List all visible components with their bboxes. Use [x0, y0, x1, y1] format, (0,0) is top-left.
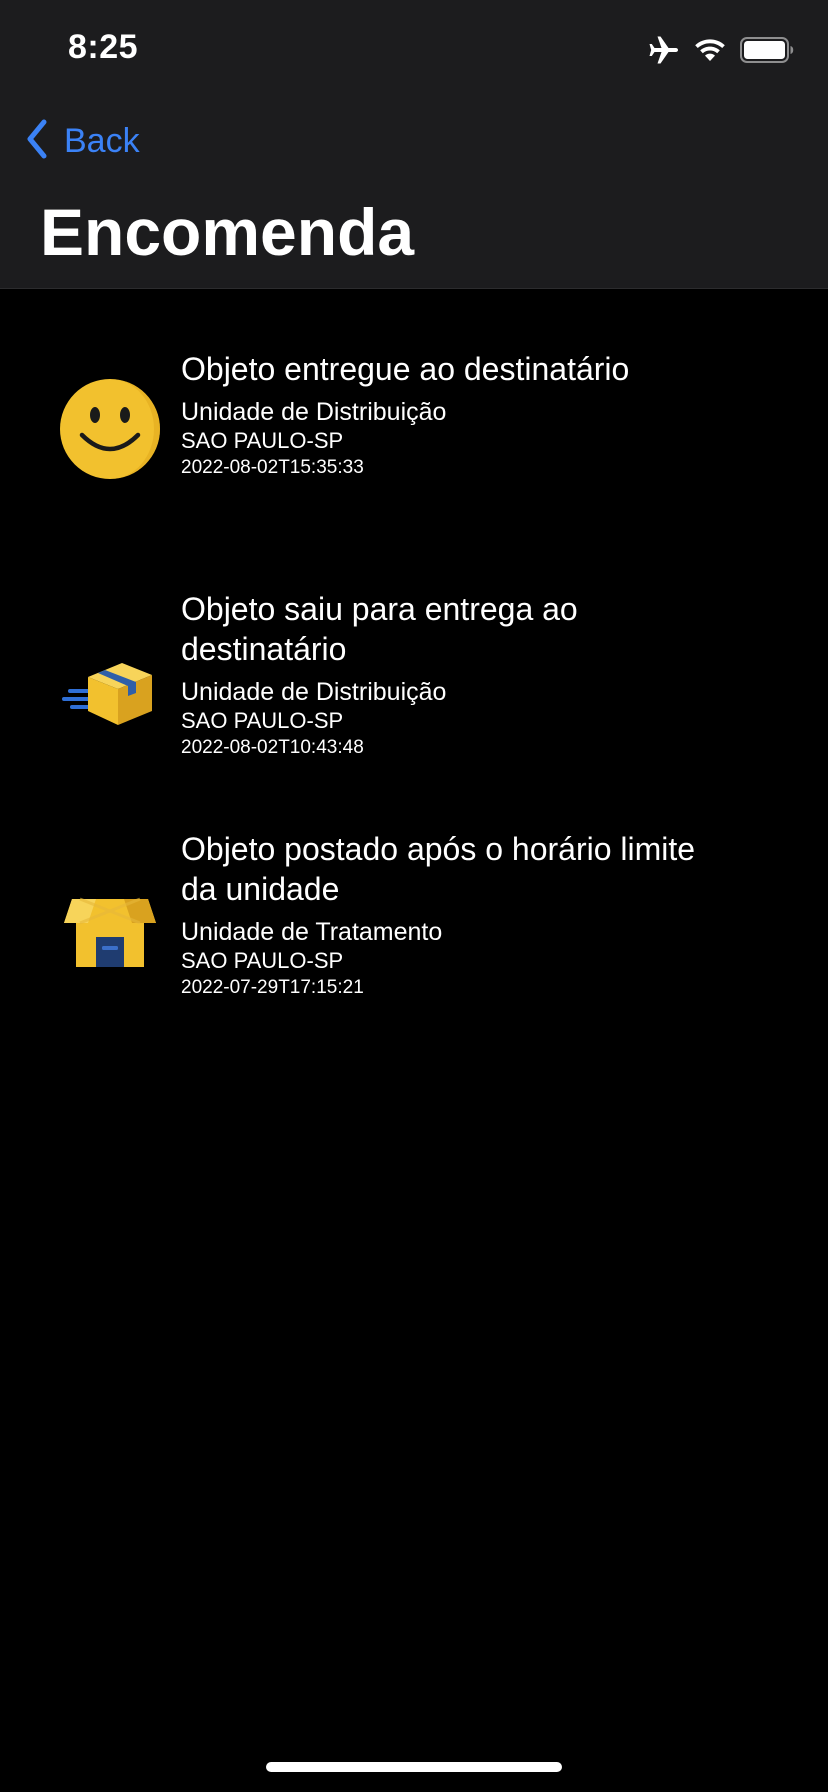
event-datetime: 2022-08-02T15:35:33: [181, 457, 364, 478]
post-office-icon: [58, 875, 162, 979]
back-button[interactable]: Back: [24, 118, 140, 165]
event-datetime: 2022-07-29T17:15:21: [181, 977, 364, 998]
tracking-event-row[interactable]: Objeto saiu para entrega ao destinatário…: [0, 589, 828, 769]
tracking-event-text: Objeto entregue ao destinatário Unidade …: [181, 349, 701, 480]
airplane-icon: [648, 35, 680, 65]
event-unit: Unidade de Distribuição: [181, 678, 447, 706]
event-datetime: 2022-08-02T10:43:48: [181, 737, 364, 758]
page-title: Encomenda: [40, 195, 415, 269]
event-unit: Unidade de Distribuição: [181, 398, 447, 426]
tracking-event-text: Objeto postado após o horário limite da …: [181, 829, 701, 1000]
navigation-header: 8:25 Back Encomenda: [0, 0, 828, 289]
chevron-left-icon: [24, 118, 50, 165]
tracking-event-row[interactable]: Objeto postado após o horário limite da …: [0, 829, 828, 1009]
event-city: SAO PAULO-SP: [181, 428, 344, 453]
smiley-face-icon: [58, 377, 162, 481]
delivery-package-icon: [58, 637, 162, 741]
back-label: Back: [64, 122, 140, 160]
event-title: Objeto saiu para entrega ao destinatário: [181, 591, 578, 667]
status-icons: [648, 34, 794, 66]
status-time: 8:25: [68, 28, 139, 66]
home-indicator[interactable]: [266, 1762, 562, 1772]
event-title: Objeto postado após o horário limite da …: [181, 831, 696, 907]
event-unit: Unidade de Tratamento: [181, 918, 443, 946]
wifi-icon: [694, 37, 726, 63]
event-title: Objeto entregue ao destinatário: [181, 351, 630, 387]
event-city: SAO PAULO-SP: [181, 708, 344, 733]
tracking-event-text: Objeto saiu para entrega ao destinatário…: [181, 589, 701, 760]
event-city: SAO PAULO-SP: [181, 948, 344, 973]
tracking-event-row[interactable]: Objeto entregue ao destinatário Unidade …: [0, 349, 828, 509]
battery-icon: [740, 37, 794, 63]
